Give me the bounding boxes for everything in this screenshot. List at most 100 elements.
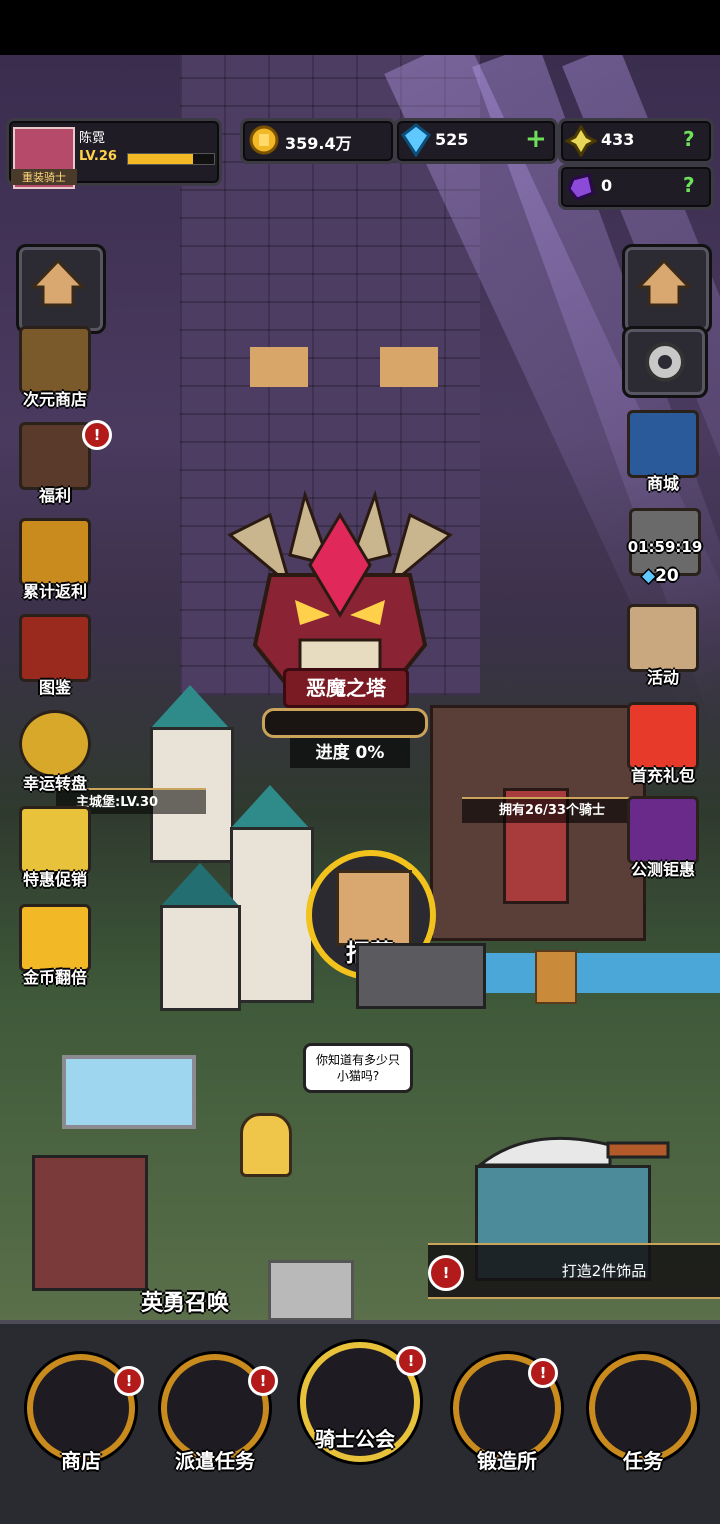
timer-cost-value: 20 bbox=[655, 566, 679, 586]
cat-stone[interactable] bbox=[268, 1260, 354, 1320]
diamond-counter[interactable]: 525 + bbox=[394, 118, 558, 164]
medal-counter[interactable]: 433 ? bbox=[558, 118, 714, 164]
guild-knight-count: 拥有26/33个骑士 bbox=[462, 797, 642, 823]
gear-icon bbox=[645, 342, 685, 382]
right-menu-collapse-button[interactable] bbox=[622, 244, 712, 334]
timed-reward-button[interactable]: 01:59:19 ◆20 bbox=[622, 508, 708, 592]
castle-roof bbox=[230, 785, 310, 829]
gift-box-icon bbox=[627, 702, 699, 770]
nav-shop-label: 商店 bbox=[61, 1449, 101, 1473]
medal-amount: 433 bbox=[601, 130, 635, 149]
diamond-icon bbox=[401, 123, 431, 157]
nav-dispatch[interactable]: ! 派遣任务 bbox=[160, 1354, 278, 1484]
nav-knight-guild-label: 骑士公会 bbox=[315, 1427, 395, 1451]
alert-icon: ! bbox=[428, 1255, 464, 1291]
bridge bbox=[535, 950, 577, 1004]
tower-window bbox=[250, 347, 308, 387]
scroll-icon bbox=[627, 604, 699, 672]
beta-gift-icon bbox=[627, 796, 699, 864]
diamond-icon: ◆ bbox=[642, 566, 656, 586]
welfare-label: 福利 bbox=[38, 486, 71, 505]
welfare-alert-icon: ! bbox=[82, 420, 112, 450]
arrow-up-icon bbox=[635, 258, 693, 307]
codex-book-icon bbox=[19, 614, 91, 682]
left-menu-collapse-button[interactable] bbox=[16, 244, 106, 334]
player-panel[interactable]: 重装骑士 陈霓 LV.26 bbox=[6, 118, 222, 189]
hero-summon-building[interactable] bbox=[32, 1155, 148, 1291]
welfare-button[interactable]: ! 福利 bbox=[14, 420, 112, 505]
mall-label: 商城 bbox=[646, 474, 679, 493]
player-title: 重装骑士 bbox=[11, 169, 77, 185]
gold-coin-icon bbox=[249, 125, 279, 155]
lucky-wheel-icon bbox=[19, 710, 91, 778]
tower-progress-bar bbox=[262, 708, 428, 738]
first-charge-button[interactable]: 首充礼包 bbox=[622, 702, 704, 785]
beta-gift-label: 公测钜惠 bbox=[630, 860, 695, 879]
dimension-shop-button[interactable]: 次元商店 bbox=[14, 326, 96, 409]
dimension-shop-icon bbox=[19, 326, 91, 394]
river bbox=[480, 953, 720, 993]
bottom-nav: ! 商店 ! 派遣任务 ! 骑士公会 ! 锻造所 任务 bbox=[0, 1320, 720, 1524]
reward-timer-cost: ◆20 bbox=[642, 566, 712, 586]
tower-name: 恶魔之塔 bbox=[283, 668, 409, 708]
castle-roof bbox=[150, 685, 230, 729]
gold-counter[interactable]: 359.4万 bbox=[240, 118, 396, 164]
player-level: LV.26 bbox=[79, 149, 117, 164]
forge-task-text: 打造2件饰品 bbox=[561, 1262, 647, 1280]
gold-amount: 359.4万 bbox=[285, 134, 352, 153]
nav-forge[interactable]: ! 锻造所 bbox=[452, 1354, 562, 1484]
gold-double-button[interactable]: 金币翻倍 bbox=[14, 904, 96, 987]
diamond-amount: 525 bbox=[435, 130, 469, 149]
add-diamond-button[interactable]: + bbox=[525, 124, 547, 154]
gem-amount: 0 bbox=[601, 176, 613, 195]
settings-button[interactable] bbox=[622, 326, 708, 398]
forge-task-banner[interactable]: ! 打造2件饰品 bbox=[428, 1243, 720, 1299]
nav-tasks[interactable]: 任务 bbox=[588, 1354, 698, 1484]
arrow-up-icon bbox=[29, 258, 87, 307]
tower-progress-label: 进度 0% bbox=[290, 738, 410, 768]
beta-gift-button[interactable]: 公测钜惠 bbox=[622, 796, 704, 879]
knight-guild-building[interactable] bbox=[430, 705, 646, 941]
nav-shop[interactable]: ! 商店 bbox=[26, 1354, 144, 1484]
mall-button[interactable]: 商城 bbox=[622, 410, 704, 493]
cumulative-rebate-icon bbox=[19, 518, 91, 586]
gem-counter[interactable]: 0 ? bbox=[558, 164, 714, 210]
castle-tower[interactable] bbox=[230, 827, 314, 1003]
castle-house bbox=[160, 905, 241, 1011]
nav-knight-guild[interactable]: ! 骑士公会 bbox=[300, 1342, 426, 1472]
events-label: 活动 bbox=[646, 668, 679, 687]
purple-gem-icon bbox=[567, 173, 595, 201]
gem-help-button[interactable]: ? bbox=[683, 173, 695, 197]
nav-tasks-label: 任务 bbox=[623, 1449, 663, 1473]
first-charge-label: 首充礼包 bbox=[630, 766, 695, 785]
medal-cross-icon bbox=[565, 125, 597, 157]
npc-speech-bubble: 你知道有多少只小猫吗? bbox=[303, 1043, 413, 1093]
special-sale-button[interactable]: 特惠促销 bbox=[14, 806, 96, 889]
lucky-wheel-label: 幸运转盘 bbox=[22, 774, 87, 793]
codex-button[interactable]: 图鉴 bbox=[14, 614, 96, 697]
lucky-wheel-button[interactable]: 幸运转盘 bbox=[14, 710, 96, 793]
exp-bar bbox=[127, 153, 215, 165]
guild-alert-icon: ! bbox=[396, 1346, 426, 1376]
cumulative-rebate-label: 累计返利 bbox=[22, 582, 87, 601]
nav-dispatch-label: 派遣任务 bbox=[175, 1449, 255, 1473]
player-name: 陈霓 bbox=[79, 131, 106, 146]
mall-icon bbox=[627, 410, 699, 478]
special-sale-label: 特惠促销 bbox=[22, 870, 87, 889]
hero-summon-label: 英勇召唤 bbox=[140, 1291, 229, 1316]
hero-character[interactable] bbox=[240, 1113, 292, 1177]
castle-roof bbox=[160, 863, 240, 907]
codex-label: 图鉴 bbox=[38, 678, 71, 697]
medal-help-button[interactable]: ? bbox=[683, 127, 695, 151]
events-button[interactable]: 活动 bbox=[622, 604, 704, 687]
exp-fill bbox=[128, 154, 193, 164]
signboard bbox=[356, 943, 486, 1009]
tower-window bbox=[380, 347, 438, 387]
welfare-chest-icon bbox=[19, 422, 91, 490]
forge-alert-icon: ! bbox=[528, 1358, 558, 1388]
nav-forge-label: 锻造所 bbox=[477, 1449, 537, 1473]
shop-alert-icon: ! bbox=[114, 1366, 144, 1396]
cumulative-rebate-button[interactable]: 累计返利 bbox=[14, 518, 96, 601]
gold-double-icon bbox=[19, 904, 91, 972]
dispatch-alert-icon: ! bbox=[248, 1366, 278, 1396]
